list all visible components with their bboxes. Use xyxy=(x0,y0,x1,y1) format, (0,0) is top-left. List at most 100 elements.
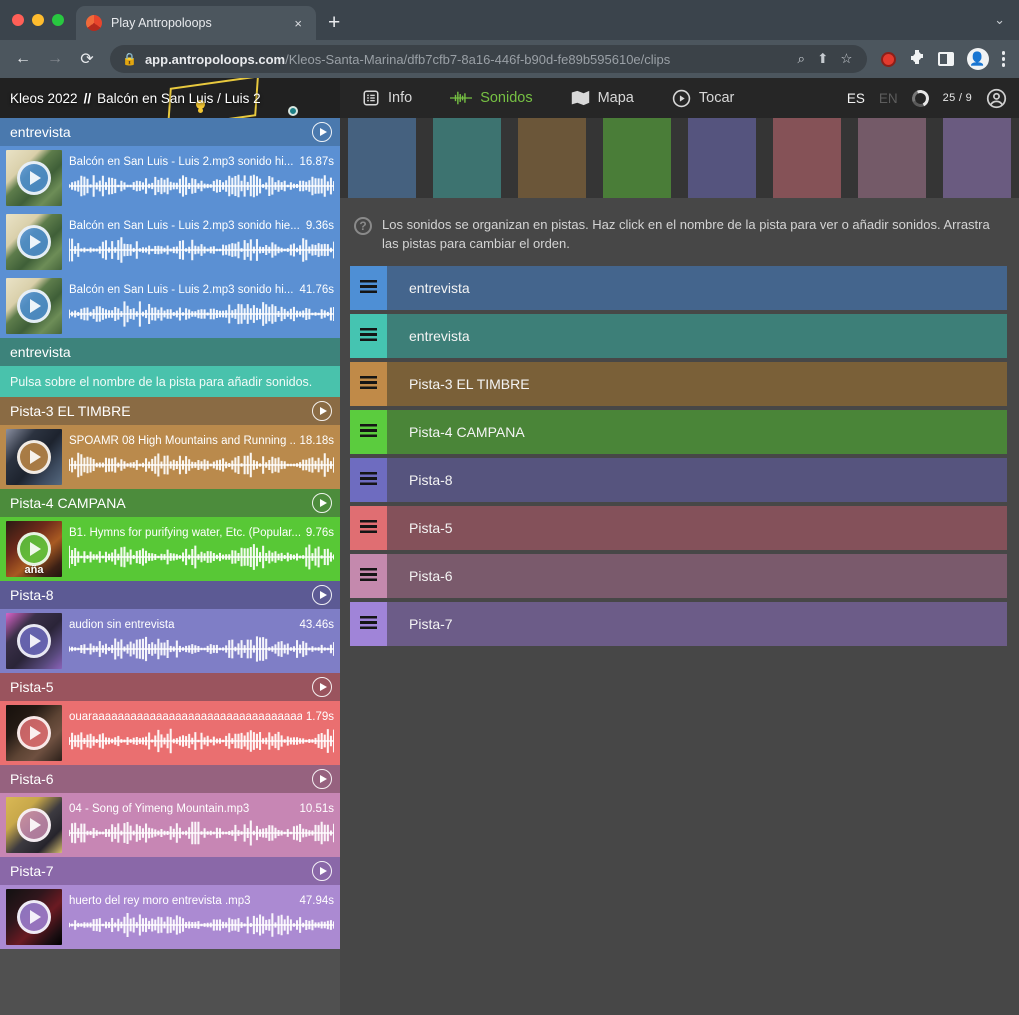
clip-thumbnail[interactable] xyxy=(6,797,62,853)
clip-play-icon[interactable] xyxy=(17,289,51,323)
clip-body: Balcón en San Luis - Luis 2.mp3 sonido h… xyxy=(69,284,334,329)
track-row-1[interactable]: entrevista xyxy=(350,266,1007,310)
track-row-4[interactable]: Pista-4 CAMPANA xyxy=(350,410,1007,454)
track-row-3[interactable]: Pista-3 EL TIMBRE xyxy=(350,362,1007,406)
track-play-button[interactable] xyxy=(312,122,332,142)
browser-menu-icon[interactable] xyxy=(1002,51,1006,67)
drag-handle[interactable] xyxy=(350,362,387,406)
nav-item-info[interactable]: Info xyxy=(362,89,412,107)
clip-item[interactable]: ouaraaaaaaaaaaaaaaaaaaaaaaaaaaaaaaaaaaaa… xyxy=(0,701,340,765)
zoom-window-button[interactable] xyxy=(52,14,64,26)
clip-play-icon[interactable] xyxy=(17,716,51,750)
recording-extension-icon[interactable] xyxy=(881,52,896,67)
clip-item[interactable]: añaB1. Hymns for purifying water, Etc. (… xyxy=(0,517,340,581)
drag-handle[interactable] xyxy=(350,266,387,310)
drag-handle[interactable] xyxy=(350,602,387,646)
track-row-8[interactable]: Pista-7 xyxy=(350,602,1007,646)
track-row-label-area[interactable]: Pista-3 EL TIMBRE xyxy=(387,362,1007,406)
track-row-6[interactable]: Pista-5 xyxy=(350,506,1007,550)
sidebar-filler xyxy=(0,949,340,1015)
track-header-5[interactable]: Pista-8 xyxy=(0,581,340,609)
breadcrumb-project[interactable]: Kleos 2022 xyxy=(10,91,78,106)
track-row-label-area[interactable]: entrevista xyxy=(387,314,1007,358)
share-icon[interactable]: ⬆ xyxy=(815,51,830,67)
track-row-label-area[interactable]: Pista-8 xyxy=(387,458,1007,502)
track-header-2[interactable]: entrevista xyxy=(0,338,340,366)
bookmark-star-icon[interactable]: ☆ xyxy=(838,51,854,67)
lang-en-button[interactable]: EN xyxy=(879,91,898,106)
track-header-7[interactable]: Pista-6 xyxy=(0,765,340,793)
clip-thumbnail[interactable] xyxy=(6,613,62,669)
track-play-button[interactable] xyxy=(312,677,332,697)
track-row-label-area[interactable]: Pista-5 xyxy=(387,506,1007,550)
track-header-1[interactable]: entrevista xyxy=(0,118,340,146)
close-window-button[interactable] xyxy=(12,14,24,26)
track-header-8[interactable]: Pista-7 xyxy=(0,857,340,885)
drag-handle[interactable] xyxy=(350,314,387,358)
clip-play-icon[interactable] xyxy=(17,225,51,259)
minimize-window-button[interactable] xyxy=(32,14,44,26)
track-play-button[interactable] xyxy=(312,861,332,881)
tab-search-chevron-icon[interactable]: ⌄ xyxy=(994,12,1005,28)
clip-thumbnail[interactable] xyxy=(6,429,62,485)
clip-thumbnail[interactable] xyxy=(6,278,62,334)
clip-item[interactable]: Balcón en San Luis - Luis 2.mp3 sonido h… xyxy=(0,274,340,338)
clip-thumbnail[interactable] xyxy=(6,150,62,206)
drag-handle[interactable] xyxy=(350,410,387,454)
nav-item-tocar[interactable]: Tocar xyxy=(672,89,734,108)
track-row-2[interactable]: entrevista xyxy=(350,314,1007,358)
clip-item[interactable]: Balcón en San Luis - Luis 2.mp3 sonido h… xyxy=(0,146,340,210)
close-tab-icon[interactable]: × xyxy=(290,14,306,33)
track-row-label-area[interactable]: entrevista xyxy=(387,266,1007,310)
clip-play-icon[interactable] xyxy=(17,624,51,658)
clip-play-icon[interactable] xyxy=(17,161,51,195)
clip-thumbnail[interactable] xyxy=(6,705,62,761)
track-row-label-area[interactable]: Pista-4 CAMPANA xyxy=(387,410,1007,454)
url-text[interactable]: app.antropoloops.com/Kleos-Santa-Marina/… xyxy=(145,52,788,67)
drag-handle[interactable] xyxy=(350,554,387,598)
zoom-page-icon[interactable]: ⌕ xyxy=(796,51,808,67)
back-button[interactable]: ← xyxy=(10,46,36,72)
clip-item[interactable]: 04 - Song of Yimeng Mountain.mp310.51s xyxy=(0,793,340,857)
clip-play-icon[interactable] xyxy=(17,808,51,842)
browser-tab[interactable]: Play Antropoloops × xyxy=(76,6,316,40)
forward-button[interactable]: → xyxy=(42,46,68,72)
track-header-6[interactable]: Pista-5 xyxy=(0,673,340,701)
drag-handle[interactable] xyxy=(350,458,387,502)
clip-item[interactable]: Balcón en San Luis - Luis 2.mp3 sonido h… xyxy=(0,210,340,274)
clip-thumbnail[interactable]: aña xyxy=(6,521,62,577)
drag-handle[interactable] xyxy=(350,506,387,550)
nav-item-mapa[interactable]: Mapa xyxy=(571,90,634,106)
track-play-button[interactable] xyxy=(312,401,332,421)
profile-avatar[interactable]: 👤 xyxy=(967,48,989,70)
side-panel-icon[interactable] xyxy=(938,52,954,66)
track-row-7[interactable]: Pista-6 xyxy=(350,554,1007,598)
clip-item[interactable]: audion sin entrevista43.46s xyxy=(0,609,340,673)
account-icon[interactable] xyxy=(986,88,1007,109)
lang-es-button[interactable]: ES xyxy=(847,91,865,106)
track-row-label-area[interactable]: Pista-7 xyxy=(387,602,1007,646)
clip-play-icon[interactable] xyxy=(17,532,51,566)
clip-item[interactable]: SPOAMR 08 High Mountains and Running ...… xyxy=(0,425,340,489)
ssl-lock-icon[interactable]: 🔒 xyxy=(122,52,137,66)
track-play-button[interactable] xyxy=(312,769,332,789)
extensions-puzzle-icon[interactable] xyxy=(909,49,925,69)
clip-duration: 16.87s xyxy=(299,156,334,168)
track-header-4[interactable]: Pista-4 CAMPANA xyxy=(0,489,340,517)
track-play-button[interactable] xyxy=(312,493,332,513)
reload-button[interactable]: ⟳ xyxy=(74,46,100,72)
track-play-button[interactable] xyxy=(312,585,332,605)
clip-play-icon[interactable] xyxy=(17,440,51,474)
track-header-3[interactable]: Pista-3 EL TIMBRE xyxy=(0,397,340,425)
url-bar[interactable]: 🔒 app.antropoloops.com/Kleos-Santa-Marin… xyxy=(110,45,867,73)
help-text: Los sonidos se organizan en pistas. Haz … xyxy=(382,216,1005,254)
new-tab-button[interactable]: + xyxy=(328,11,340,35)
track-row-5[interactable]: Pista-8 xyxy=(350,458,1007,502)
breadcrumb[interactable]: Kleos 2022//Balcón en San Luis / Luis 2 xyxy=(0,78,340,118)
clip-item[interactable]: huerto del rey moro entrevista .mp347.94… xyxy=(0,885,340,949)
clip-play-icon[interactable] xyxy=(17,900,51,934)
clip-thumbnail[interactable] xyxy=(6,889,62,945)
nav-item-sonidos[interactable]: Sonidos xyxy=(450,90,532,106)
track-row-label-area[interactable]: Pista-6 xyxy=(387,554,1007,598)
clip-thumbnail[interactable] xyxy=(6,214,62,270)
